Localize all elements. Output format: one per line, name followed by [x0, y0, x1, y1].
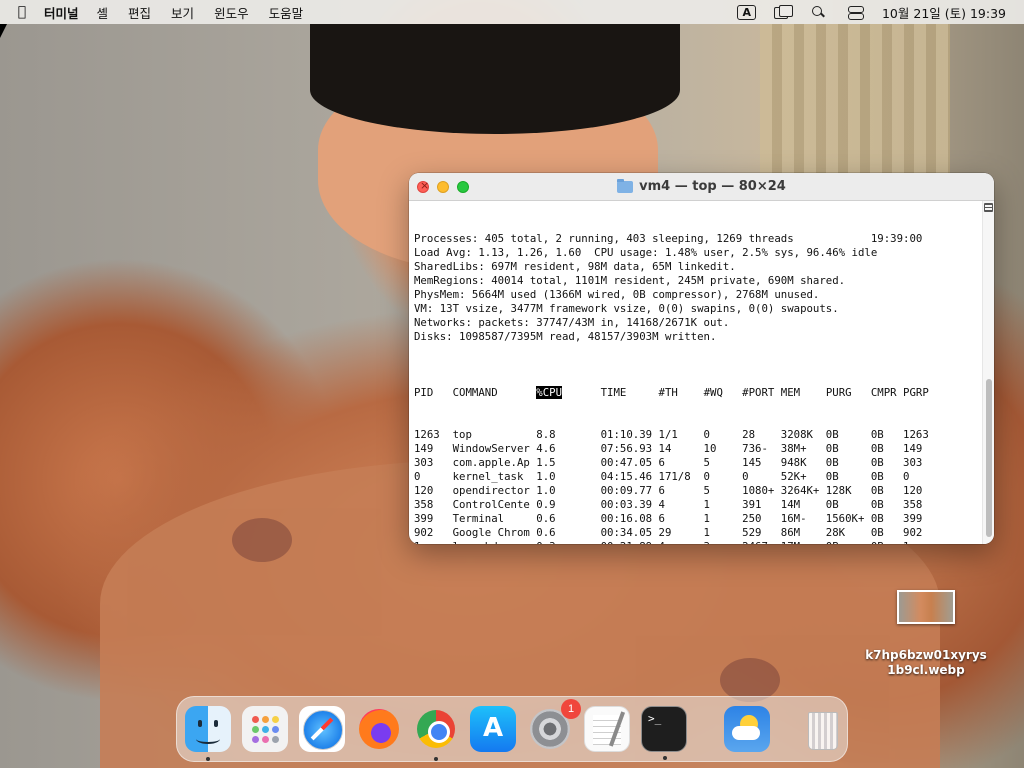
window-controls — [409, 179, 469, 193]
window-switcher-icon[interactable] — [773, 5, 793, 19]
window-title-text: vm4 — top — 80×24 — [639, 179, 786, 194]
desktop-file-icon[interactable]: k7hp6bzw01xyrys 1b9cl.webp — [862, 590, 990, 678]
header-remaining-columns: TIME #TH #WQ #PORT MEM PURG CMPR PGRP — [562, 386, 929, 399]
running-indicator — [206, 757, 210, 761]
header-pid-command: PID COMMAND — [414, 386, 537, 399]
summary-line: Processes: 405 total, 2 running, 403 sle… — [414, 232, 923, 245]
window-title: vm4 — top — 80×24 — [409, 178, 994, 194]
process-row-text: 399 Terminal 0.6 00:16.08 6 1 250 16M- 1… — [414, 512, 923, 525]
process-table-header: PID COMMAND %CPU TIME #TH #WQ #PORT MEM … — [414, 386, 977, 400]
summary-line: Load Avg: 1.13, 1.26, 1.60 CPU usage: 1.… — [414, 246, 878, 259]
terminal-app-icon[interactable] — [641, 706, 687, 760]
process-row: 358 ControlCente 0.9 00:03.39 4 1 391 14… — [414, 498, 977, 512]
terminal-window[interactable]: vm4 — top — 80×24 Processes: 405 total, … — [409, 173, 994, 544]
notification-badge: 1 — [561, 699, 581, 719]
trash-icon[interactable] — [799, 706, 845, 752]
summary-line: MemRegions: 40014 total, 1101M resident,… — [414, 274, 846, 287]
summary-line: Disks: 1098587/7395M read, 48157/3903M w… — [414, 330, 717, 343]
summary-line: VM: 13T vsize, 3477M framework vsize, 0(… — [414, 302, 839, 315]
safari-icon[interactable] — [299, 706, 345, 752]
summary-line: SharedLibs: 697M resident, 98M data, 65M… — [414, 260, 736, 273]
process-row: 303 com.apple.Ap 1.5 00:47.05 6 5 145 94… — [414, 456, 977, 470]
wallpaper-figure-hair — [310, 24, 680, 134]
menu-window[interactable]: 윈도우 — [214, 3, 249, 22]
mouse-pointer-icon — [0, 24, 7, 38]
system-settings-icon[interactable]: 1 — [527, 699, 581, 752]
process-row: 149 WindowServer 4.6 07:56.93 14 10 736-… — [414, 442, 977, 456]
summary-line: PhysMem: 5664M used (1366M wired, 0B com… — [414, 288, 820, 301]
process-row-text: 1263 top 8.8 01:10.39 1/1 0 28 3208K 0B … — [414, 428, 929, 441]
top-summary: Processes: 405 total, 2 running, 403 sle… — [414, 232, 977, 358]
scrollbar-thumb[interactable] — [986, 379, 992, 537]
menu-bar-status-area: A 10월 21일 (토) 19:39 — [737, 3, 1024, 22]
running-indicator — [663, 756, 667, 760]
process-table: 1263 top 8.8 01:10.39 1/1 0 28 3208K 0B … — [414, 428, 977, 544]
process-row: 1 launchd 0.3 00:21.89 4 3 2467+ 17M+ 0B… — [414, 540, 977, 544]
app-store-icon[interactable] — [470, 706, 516, 752]
menu-edit[interactable]: 편집 — [128, 3, 151, 22]
file-label-line2: 1b9cl.webp — [887, 663, 965, 677]
firefox-icon[interactable] — [356, 706, 402, 752]
chrome-icon[interactable] — [413, 706, 459, 761]
process-row-text: 1 launchd 0.3 00:21.89 4 3 2467+ 17M+ 0B… — [414, 540, 909, 544]
process-row-text: 0 kernel_task 1.0 04:15.46 171/8 0 0 52K… — [414, 470, 910, 483]
file-label-line1: k7hp6bzw01xyrys — [865, 648, 987, 662]
wallpaper-detail — [232, 518, 292, 562]
minimize-button[interactable] — [437, 180, 449, 193]
vertical-scrollbar[interactable] — [982, 201, 994, 544]
image-thumbnail-icon[interactable] — [897, 590, 955, 624]
window-titlebar[interactable]: vm4 — top — 80×24 — [409, 173, 994, 201]
process-row: 1263 top 8.8 01:10.39 1/1 0 28 3208K 0B … — [414, 428, 977, 442]
menu-help[interactable]: 도움말 — [269, 3, 304, 22]
weather-icon[interactable] — [724, 706, 770, 752]
process-row-text: 902 Google Chrom 0.6 00:34.05 29 1 529 8… — [414, 526, 923, 539]
folder-icon — [617, 178, 634, 193]
process-row-text: 120 opendirector 1.0 00:09.77 6 5 1080+ … — [414, 484, 923, 497]
summary-line: Networks: packets: 37747/43M in, 14168/2… — [414, 316, 730, 329]
finder-icon[interactable] — [185, 706, 231, 761]
process-row-text: 303 com.apple.Ap 1.5 00:47.05 6 5 145 94… — [414, 456, 923, 469]
desktop-file-label: k7hp6bzw01xyrys 1b9cl.webp — [862, 648, 990, 678]
textedit-icon[interactable] — [584, 706, 630, 752]
summary-line — [414, 344, 977, 358]
menu-view[interactable]: 보기 — [171, 3, 194, 22]
split-view-icon[interactable] — [984, 203, 993, 212]
running-indicator — [434, 757, 438, 761]
terminal-output[interactable]: Processes: 405 total, 2 running, 403 sle… — [409, 201, 982, 544]
process-row: 399 Terminal 0.6 00:16.08 6 1 250 16M- 1… — [414, 512, 977, 526]
process-row: 0 kernel_task 1.0 04:15.46 171/8 0 0 52K… — [414, 470, 977, 484]
menu-bar:  터미널 셸 편집 보기 윈도우 도움말 A 10월 21일 (토) 19:3… — [0, 0, 1024, 24]
spotlight-search-icon[interactable] — [810, 5, 828, 19]
apple-logo-icon[interactable]:  — [0, 4, 44, 20]
menu-bar-clock[interactable]: 10월 21일 (토) 19:39 — [882, 3, 1006, 22]
zoom-button[interactable] — [457, 180, 469, 193]
menu-app-name[interactable]: 터미널 — [44, 3, 79, 22]
process-row: 120 opendirector 1.0 00:09.77 6 5 1080+ … — [414, 484, 977, 498]
process-row: 902 Google Chrom 0.6 00:34.05 29 1 529 8… — [414, 526, 977, 540]
control-center-icon[interactable] — [846, 5, 864, 20]
input-source-indicator[interactable]: A — [737, 4, 756, 20]
dock: 1 — [176, 696, 848, 762]
menu-shell[interactable]: 셸 — [97, 3, 109, 22]
process-row-text: 149 WindowServer 4.6 07:56.93 14 10 736-… — [414, 442, 923, 455]
header-cpu-sorted: %CPU — [536, 386, 563, 399]
process-row-text: 358 ControlCente 0.9 00:03.39 4 1 391 14… — [414, 498, 923, 511]
close-button[interactable] — [417, 179, 429, 193]
launchpad-icon[interactable] — [242, 706, 288, 752]
